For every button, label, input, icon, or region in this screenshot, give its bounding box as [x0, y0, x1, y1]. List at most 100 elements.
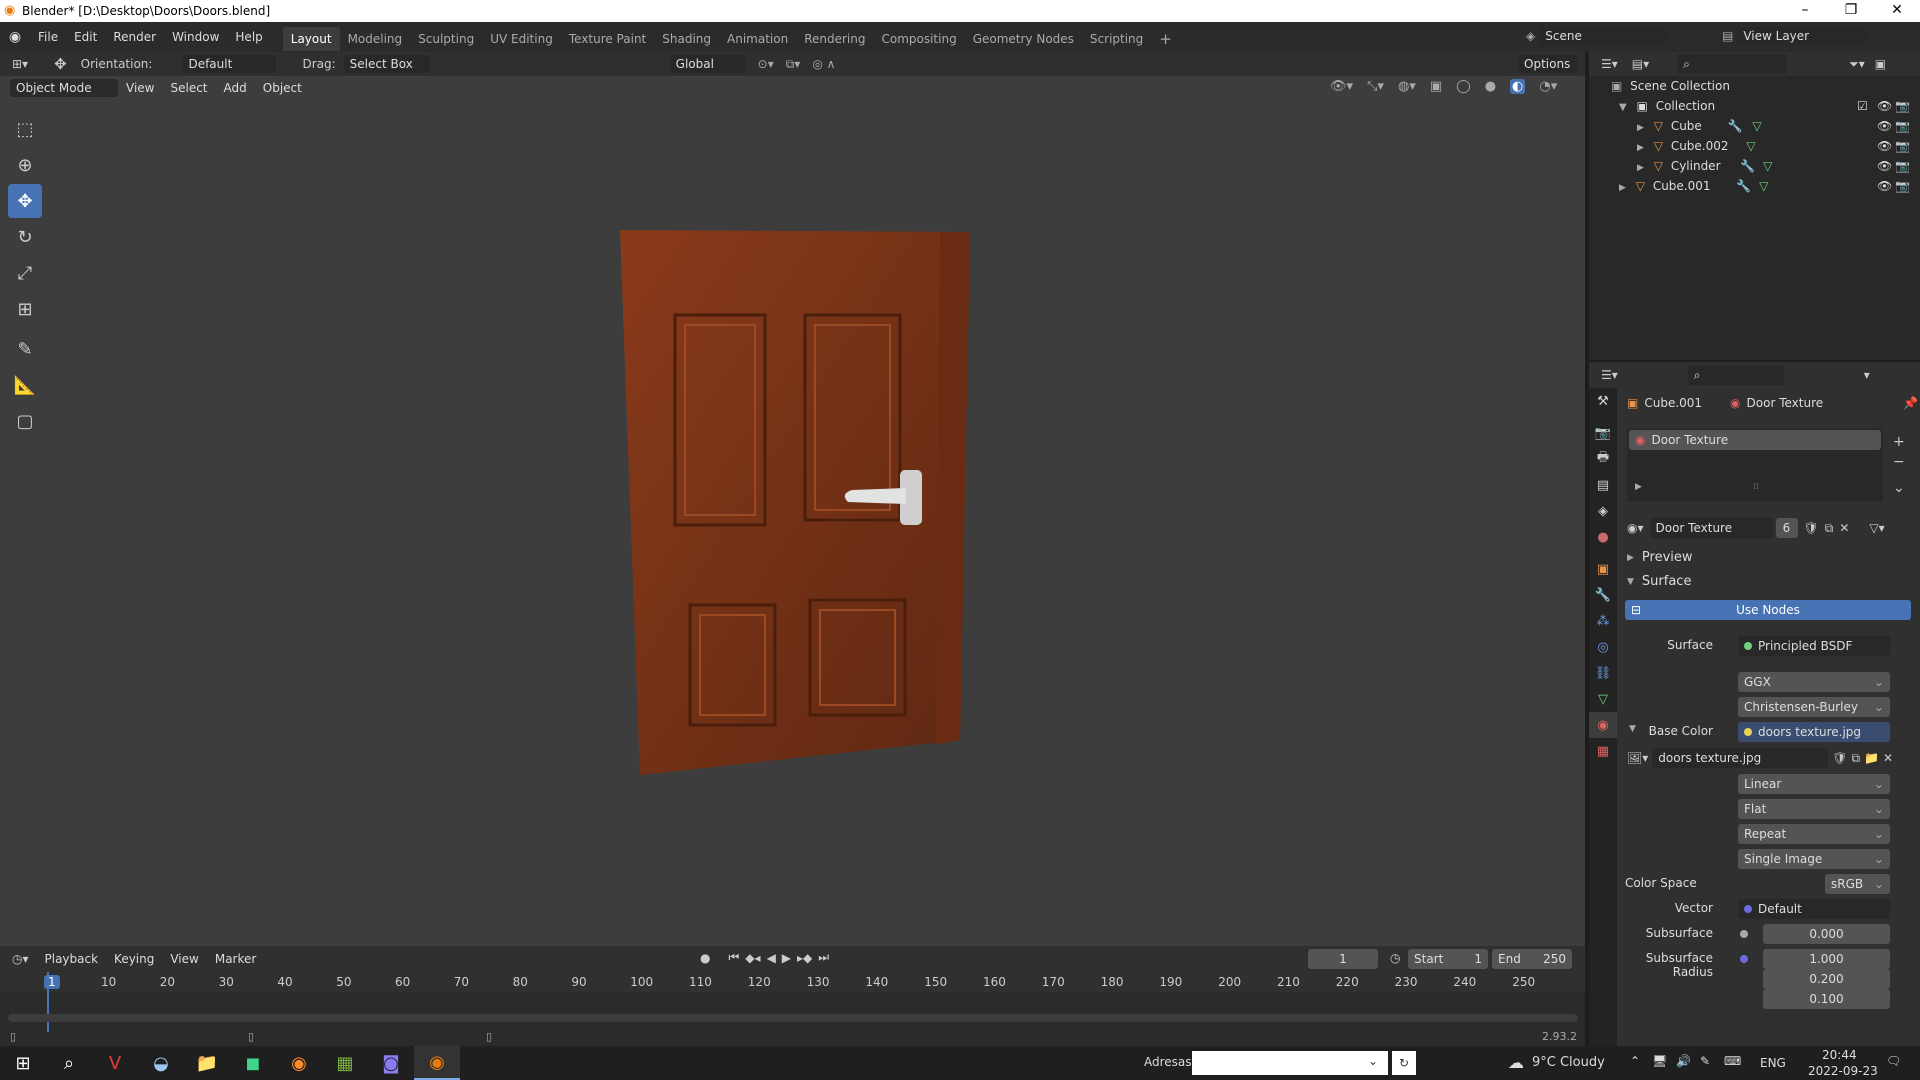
modifier-tab-icon[interactable]: 🔧: [1589, 582, 1617, 608]
discord-icon[interactable]: ◙: [368, 1046, 414, 1080]
steam-icon[interactable]: ◒: [138, 1046, 184, 1080]
extension-dropdown[interactable]: Repeat ⌄: [1738, 824, 1890, 844]
properties-search-input[interactable]: ⌕: [1687, 365, 1784, 385]
snap-icon[interactable]: ⧉▾: [786, 57, 801, 72]
outliner-editor-icon[interactable]: ☰▾: [1601, 57, 1618, 71]
tab-modeling[interactable]: Modeling: [340, 27, 411, 51]
orientation-dropdown[interactable]: Default: [182, 55, 277, 73]
collapse-icon[interactable]: ▾: [1864, 368, 1870, 382]
play-icon[interactable]: ▶: [782, 951, 791, 965]
menu-help[interactable]: Help: [227, 22, 270, 52]
menu-view[interactable]: View: [162, 946, 206, 972]
notifications-icon[interactable]: 🗨: [1886, 1054, 1901, 1068]
object-tab-icon[interactable]: ▣: [1589, 556, 1617, 582]
eye-icon[interactable]: 👁: [1877, 116, 1892, 136]
duplicate-icon[interactable]: ⧉: [1852, 751, 1861, 766]
minecraft-icon[interactable]: ▦: [322, 1046, 368, 1080]
menu-keying[interactable]: Keying: [106, 946, 162, 972]
chat-app-icon[interactable]: ◼: [230, 1046, 276, 1080]
vivaldi-icon[interactable]: V: [92, 1046, 138, 1080]
clock-time[interactable]: 20:44: [1822, 1048, 1857, 1062]
tree-row-cube-002[interactable]: ▶ ▽ Cube.002 ▽ 👁 📷: [1589, 136, 1920, 156]
tray-chevron-icon[interactable]: ⌃: [1630, 1054, 1640, 1068]
expand-arrow-icon[interactable]: ▶: [1635, 482, 1642, 492]
area-divider[interactable]: [1585, 52, 1589, 1046]
menu-object[interactable]: Object: [255, 76, 310, 100]
link-type-icon[interactable]: ▽▾: [1869, 521, 1884, 535]
view-layer-selector[interactable]: ▤ View Layer: [1722, 27, 1868, 45]
keyboard-icon[interactable]: ⌨: [1724, 1054, 1741, 1068]
solid-shading-icon[interactable]: ●: [1485, 79, 1496, 94]
language-indicator[interactable]: ENG: [1760, 1056, 1786, 1070]
interpolation-dropdown[interactable]: Linear ⌄: [1738, 774, 1890, 794]
network-icon[interactable]: 🖥: [1652, 1054, 1667, 1068]
image-name-field[interactable]: doors texture.jpg: [1652, 748, 1829, 768]
add-slot-icon[interactable]: +: [1893, 432, 1905, 452]
address-input[interactable]: ⌄: [1192, 1051, 1388, 1075]
tab-scripting[interactable]: Scripting: [1082, 27, 1151, 51]
end-frame-field[interactable]: End 250: [1492, 949, 1572, 969]
tab-sculpting[interactable]: Sculpting: [410, 27, 482, 51]
cursor-icon[interactable]: ⊕: [8, 148, 42, 182]
tree-row-collection[interactable]: ▼ ▣ Collection ☑ 👁 📷: [1589, 96, 1920, 116]
tree-row-scene-collection[interactable]: ▣ Scene Collection: [1589, 76, 1920, 96]
timeline-scrollbar[interactable]: [8, 1014, 1578, 1022]
start-frame-field[interactable]: Start 1: [1408, 949, 1488, 969]
filter-icon[interactable]: ⏷▾: [1849, 57, 1865, 72]
material-browse-icon[interactable]: ◉▾: [1627, 521, 1644, 535]
clock-date[interactable]: 2022-09-23: [1808, 1064, 1878, 1078]
resize-handle-icon[interactable]: ⁞⁞: [1753, 482, 1759, 492]
menu-select[interactable]: Select: [162, 76, 215, 100]
blender-taskbar-icon[interactable]: ◉: [414, 1046, 460, 1080]
gizmo-icon[interactable]: ⤡▾: [1367, 79, 1384, 94]
frame-ruler[interactable]: 1 10 20 30 40 50 60 70 80 90 100 110 120 130 140 150 160…: [0, 972, 1585, 992]
move-icon[interactable]: ✥: [8, 184, 42, 218]
jump-end-icon[interactable]: ⏭: [818, 950, 829, 965]
subsurface-radius-z[interactable]: 0.100: [1763, 989, 1890, 1009]
surface-panel-header[interactable]: ▼ Surface: [1627, 574, 1691, 589]
play-reverse-icon[interactable]: ◀: [767, 951, 776, 965]
refresh-icon[interactable]: ↻: [1392, 1051, 1416, 1075]
record-icon[interactable]: ●: [700, 951, 710, 965]
scene-selector[interactable]: ◈ Scene: [1526, 27, 1668, 45]
view-layer-field[interactable]: View Layer: [1737, 27, 1868, 45]
menu-add[interactable]: Add: [216, 76, 255, 100]
world-tab-icon[interactable]: ●: [1589, 524, 1617, 550]
close-icon[interactable]: ✕: [1874, 0, 1920, 22]
rotate-icon[interactable]: ↻: [8, 220, 42, 254]
image-browse-icon[interactable]: 🖼▾: [1627, 751, 1648, 765]
menu-render[interactable]: Render: [105, 22, 164, 52]
source-dropdown[interactable]: Single Image ⌄: [1738, 849, 1890, 869]
minimize-icon[interactable]: –: [1782, 0, 1828, 22]
tab-compositing[interactable]: Compositing: [873, 27, 964, 51]
tree-row-cube-001[interactable]: ▶ ▽ Cube.001 🔧 ▽ 👁 📷: [1589, 176, 1920, 196]
add-workspace-icon[interactable]: +: [1151, 27, 1180, 51]
user-count[interactable]: 6: [1775, 518, 1798, 538]
slot-specials-icon[interactable]: ⌄: [1893, 478, 1905, 498]
options-dropdown[interactable]: Options: [1518, 55, 1578, 73]
pen-icon[interactable]: ✎: [1700, 1054, 1710, 1068]
transform-icon[interactable]: ⊞: [8, 292, 42, 326]
eye-icon[interactable]: 👁: [1877, 96, 1892, 116]
expand-arrow-icon[interactable]: ▼: [1619, 102, 1627, 113]
blender-menu-icon[interactable]: ◉: [0, 29, 30, 45]
tab-animation[interactable]: Animation: [719, 27, 796, 51]
camera-icon[interactable]: 📷: [1895, 156, 1910, 176]
open-folder-icon[interactable]: 📁: [1864, 751, 1879, 765]
drag-dropdown[interactable]: Select Box: [343, 55, 430, 73]
clock-icon[interactable]: ◷: [1390, 951, 1400, 965]
proportional-edit-icon[interactable]: ◎ ∧: [812, 57, 835, 71]
preview-panel-header[interactable]: ▶ Preview: [1627, 550, 1693, 565]
scene-tab-icon[interactable]: ◈: [1589, 498, 1617, 524]
add-cube-icon[interactable]: ▢: [8, 404, 42, 438]
overlay-icon[interactable]: ◍▾: [1398, 79, 1416, 94]
tab-texture-paint[interactable]: Texture Paint: [561, 27, 654, 51]
particles-tab-icon[interactable]: ⁂: [1589, 608, 1617, 634]
menu-view[interactable]: View: [118, 76, 162, 100]
current-frame-field[interactable]: 1: [1308, 949, 1378, 969]
tree-row-cube[interactable]: ▶ ▽ Cube 🔧 ▽ 👁 📷: [1589, 116, 1920, 136]
material-slot[interactable]: ◉ Door Texture: [1629, 430, 1881, 450]
eye-icon[interactable]: 👁: [1877, 156, 1892, 176]
camera-icon[interactable]: 📷: [1895, 96, 1910, 116]
editor-type-icon[interactable]: ⊞▾: [12, 57, 28, 71]
